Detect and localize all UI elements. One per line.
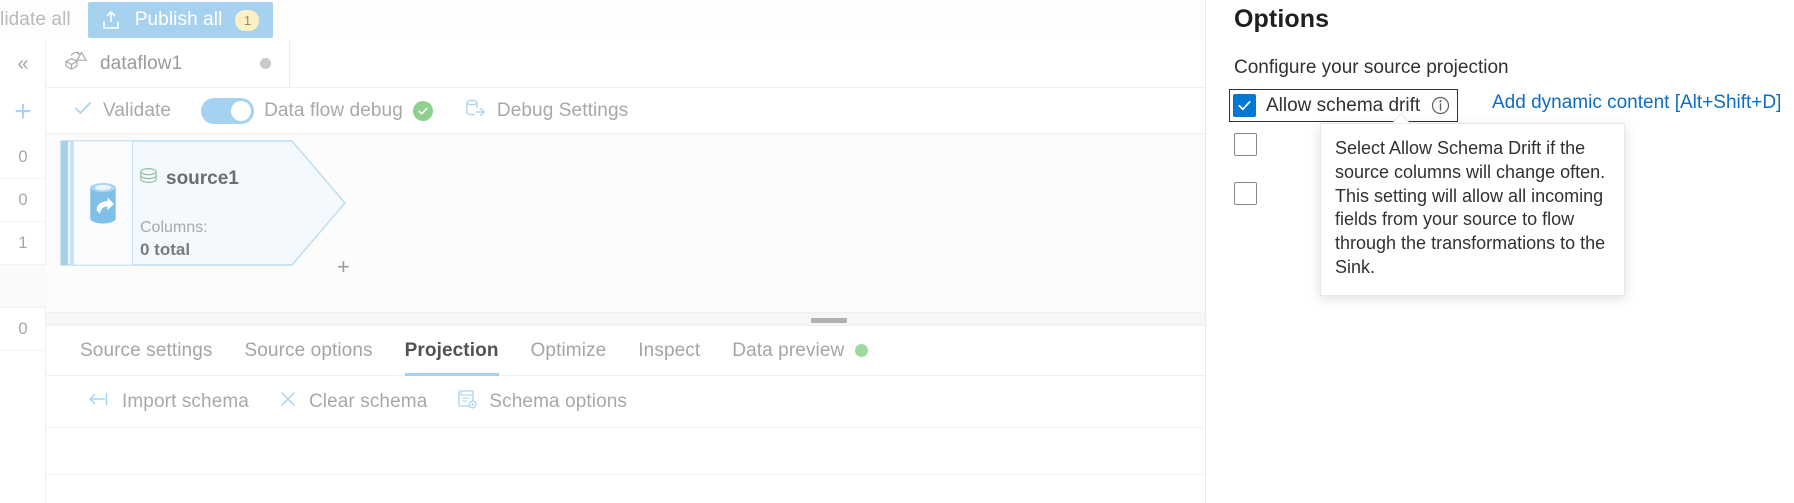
tab-label: Data preview [732,339,845,361]
option-checkbox[interactable] [1234,182,1257,205]
toggle-knob [231,100,252,121]
debug-database-icon [463,96,487,125]
add-transformation-plus-icon[interactable]: + [337,256,350,278]
debug-settings-label: Debug Settings [496,99,629,121]
allow-schema-drift-checkbox[interactable] [1233,94,1256,117]
publish-all-button[interactable]: Publish all 1 [87,2,274,38]
allow-schema-drift-tooltip: Select Allow Schema Drift if the source … [1320,123,1625,296]
tab-label: Source options [244,339,373,361]
checkmark-icon [73,98,93,123]
import-schema-label: Import schema [122,390,249,412]
tab-projection[interactable]: Projection [404,326,499,376]
validate-label: Validate [103,99,172,121]
rail-row[interactable] [0,265,46,308]
allow-schema-drift-row[interactable]: Allow schema drift [1229,89,1459,122]
schema-toolbar: Import schema Clear schema Schema option… [46,376,1205,428]
close-x-icon [278,389,298,414]
data-flow-debug-control[interactable]: Data flow debug [201,97,433,124]
import-schema-button[interactable]: Import schema [87,389,249,414]
dataflow-tab-label: dataflow1 [100,52,183,74]
publish-all-label: Publish all [134,9,223,30]
tab-optimize[interactable]: Optimize [531,326,607,376]
option-checkbox[interactable] [1234,133,1257,156]
info-circle-icon[interactable] [1430,95,1451,116]
schema-options-button[interactable]: Schema options [456,388,627,415]
tooltip-arrow [1392,113,1410,124]
dataset-stack-icon [138,165,159,192]
clear-schema-label: Clear schema [308,390,428,412]
source-node-name: source1 [166,167,239,189]
rail-row[interactable]: 1 [0,222,46,265]
data-preview-status-dot [855,344,869,357]
chevron-double-left-icon[interactable]: « [0,40,46,88]
dataflow-icon [62,48,88,79]
tab-label: Projection [404,339,499,361]
schema-options-label: Schema options [489,390,628,412]
dataflow-editor-screen: lidate all Publish all 1 « + 0 0 1 0 dat… [0,0,1794,503]
tab-inspect[interactable]: Inspect [638,326,700,376]
rail-row[interactable]: 0 [0,179,46,222]
splitter-grip[interactable] [811,318,847,323]
settings-tab-bar: Source settings Source options Projectio… [46,326,1205,376]
tab-label: Source settings [80,339,213,361]
source-columns-label: Columns: [140,219,208,236]
source-node-title-row: source1 [138,165,239,192]
upload-icon [100,9,122,31]
schema-grid-area[interactable] [46,428,1205,503]
panel-splitter[interactable] [46,312,1205,326]
tab-label: Optimize [530,339,607,361]
page-title: Options [1234,5,1330,33]
publish-all-count-badge: 1 [235,9,260,31]
tab-source-options[interactable]: Source options [244,326,372,376]
tab-label: Inspect [638,339,701,361]
rail-row[interactable]: 0 [0,308,46,351]
validate-all-label[interactable]: lidate all [0,9,71,31]
source-columns-value: 0 total [140,240,191,259]
unsaved-dot [260,58,271,69]
dataflow-canvas[interactable]: source1 Columns: 0 total + [46,134,1205,312]
tab-data-preview[interactable]: Data preview [732,326,869,376]
option-checkbox-row-2[interactable] [1234,133,1267,156]
success-check-icon [412,100,433,121]
schema-gear-icon [456,388,478,415]
rail-row-list: 0 0 1 0 [0,136,46,394]
tooltip-text: Select Allow Schema Drift if the source … [1335,138,1606,277]
dataflow-tab-strip: dataflow1 [46,40,1205,88]
command-bar: lidate all Publish all 1 [0,0,1205,40]
data-flow-debug-toggle[interactable] [201,97,255,124]
azure-source-icon [78,160,128,246]
option-checkbox-row-3[interactable] [1234,182,1267,205]
rail-row[interactable] [0,351,46,394]
left-rail: « + 0 0 1 0 [0,40,46,503]
panel-subtitle: Configure your source projection [1234,57,1509,78]
plus-icon[interactable]: + [0,88,46,136]
add-dynamic-content-link[interactable]: Add dynamic content [Alt+Shift+D] [1492,92,1781,114]
clear-schema-button[interactable]: Clear schema [278,389,427,414]
data-flow-debug-label: Data flow debug [264,99,403,121]
grid-divider [46,474,1205,475]
debug-settings-button[interactable]: Debug Settings [463,96,628,125]
import-arrow-icon [87,389,111,414]
rail-row[interactable]: 0 [0,136,46,179]
action-toolbar: Validate Data flow debug Debug Settings [46,88,1205,134]
main-area: lidate all Publish all 1 « + 0 0 1 0 dat… [0,0,1205,503]
tab-source-settings[interactable]: Source settings [80,326,212,376]
dataflow-tab[interactable]: dataflow1 [46,40,290,87]
validate-button[interactable]: Validate [73,98,171,123]
source-node[interactable]: source1 Columns: 0 total + [60,140,350,278]
